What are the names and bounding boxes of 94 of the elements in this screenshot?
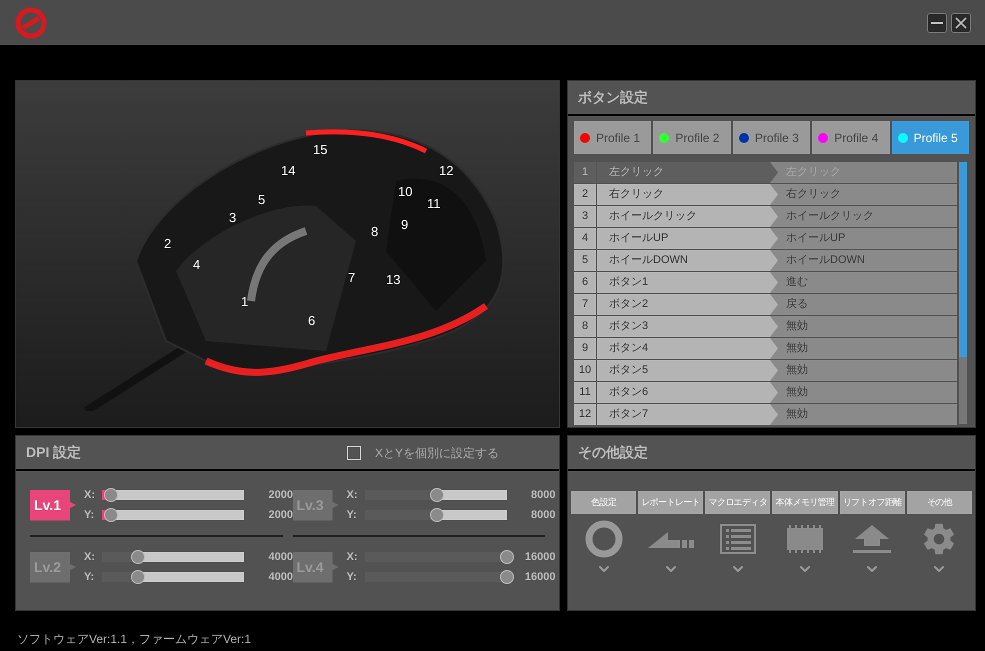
button-name: ボタン4 <box>597 338 778 359</box>
dpi-value: 2000 <box>268 488 293 503</box>
setting-category-button[interactable]: その他 <box>906 491 972 514</box>
profile-tab[interactable]: Profile 4 <box>812 121 890 154</box>
row-number: 3 <box>574 206 597 227</box>
dpi-value: 8000 <box>530 488 556 503</box>
row-number: 2 <box>574 184 597 205</box>
profile-tab[interactable]: Profile 1 <box>574 121 652 154</box>
row-number: 8 <box>574 316 597 337</box>
dpi-value: 2000 <box>268 508 293 523</box>
button-name: ボタン6 <box>597 382 778 403</box>
button-mapping-row[interactable]: 10 ボタン5 無効 <box>574 360 957 382</box>
axis-label: X: <box>84 550 96 565</box>
button-name: 右クリック <box>597 184 778 205</box>
button-number-label: 9 <box>401 216 408 234</box>
panel-title: その他設定 <box>578 443 648 462</box>
button-number-label: 7 <box>348 269 356 287</box>
panel-title: DPI 設定 <box>26 443 82 462</box>
axis-label: Y: <box>84 570 96 585</box>
button-mapping-row[interactable]: 4 ホイールUP ホイールUP <box>574 228 957 250</box>
axis-label: X: <box>346 488 358 503</box>
button-number-label: 12 <box>439 162 454 180</box>
button-mapping-row[interactable]: 11 ボタン6 無効 <box>574 382 957 404</box>
button-number-label: 1 <box>241 293 248 311</box>
button-mapping-row[interactable]: 8 ボタン3 無効 <box>574 316 957 338</box>
button-name: ボタン7 <box>597 404 778 425</box>
button-name: ボタン2 <box>597 294 778 315</box>
button-name: 左クリック <box>597 162 778 183</box>
axis-label: X: <box>346 550 358 565</box>
assigned-function: 無効 <box>785 407 808 422</box>
row-number: 11 <box>574 382 597 403</box>
button-number-label: 10 <box>398 183 412 201</box>
assigned-function: 進む <box>785 275 808 290</box>
dpi-value: 16000 <box>524 570 556 585</box>
axis-label: Y: <box>346 570 358 585</box>
assigned-function: ホイールUP <box>785 231 846 246</box>
setting-category-button[interactable]: リフトオフ距離 <box>840 491 905 514</box>
button-name: ホイールクリック <box>597 206 778 227</box>
row-number: 5 <box>574 250 597 271</box>
assigned-function: ホイールDOWN <box>785 253 865 268</box>
button-mapping-row[interactable]: 12 ボタン7 無効 <box>574 404 957 426</box>
button-name: ボタン1 <box>597 272 778 293</box>
assigned-function: 無効 <box>785 341 808 356</box>
button-mapping-row[interactable]: 6 ボタン1 進む <box>574 272 957 294</box>
button-name: ボタン3 <box>597 316 778 337</box>
checkbox-label: XとYを個別に設定する <box>374 444 499 462</box>
button-number-label: 3 <box>229 209 236 227</box>
dpi-value: 4000 <box>268 550 293 565</box>
axis-label: Y: <box>84 508 96 523</box>
button-number-label: 5 <box>258 191 266 209</box>
profile-tab[interactable]: Profile 5 <box>892 121 970 154</box>
button-number-label: 8 <box>371 223 378 241</box>
button-name: ホイールDOWN <box>597 250 778 271</box>
button-number-label: 6 <box>308 312 316 330</box>
assigned-function: ホイールクリック <box>785 209 874 224</box>
button-number-label: 4 <box>193 256 200 274</box>
button-mapping-row[interactable]: 5 ホイールDOWN ホイールDOWN <box>574 250 957 272</box>
button-number-label: 2 <box>164 235 172 253</box>
row-number: 9 <box>574 338 597 359</box>
dpi-value: 16000 <box>524 550 556 565</box>
button-name: ホイールUP <box>597 228 778 249</box>
dpi-value: 4000 <box>268 570 293 585</box>
row-number: 10 <box>574 360 597 381</box>
button-mapping-row[interactable]: 2 右クリック 右クリック <box>574 184 957 206</box>
button-mapping-row[interactable]: 9 ボタン4 無効 <box>574 338 957 360</box>
button-number-label: 13 <box>386 271 400 289</box>
button-number-label: 15 <box>313 141 328 159</box>
assigned-function: 右クリック <box>785 187 841 202</box>
row-number: 7 <box>574 294 597 315</box>
setting-category-button[interactable]: 色設定 <box>571 491 636 514</box>
setting-category-button[interactable]: 本体メモリ管理 <box>772 491 838 514</box>
assigned-function: 戻る <box>785 296 808 312</box>
panel-title: ボタン設定 <box>578 88 648 107</box>
dpi-level-badge[interactable]: Lv.1 <box>30 490 76 520</box>
setting-category-button[interactable]: レポートレート <box>638 491 704 514</box>
assigned-function: 無効 <box>785 385 808 400</box>
row-number: 4 <box>574 228 597 249</box>
profile-tab[interactable]: Profile 3 <box>732 121 810 154</box>
button-number-label: 14 <box>281 162 296 180</box>
button-number-label: 11 <box>427 195 440 213</box>
button-mapping-row[interactable]: 3 ホイールクリック ホイールクリック <box>574 206 957 228</box>
button-mapping-row[interactable]: 7 ボタン2 戻る <box>574 294 957 316</box>
button-name: ボタン5 <box>597 360 778 381</box>
row-number: 1 <box>574 162 597 183</box>
profile-tab[interactable]: Profile 2 <box>653 121 731 154</box>
version-info: ソフトウェアVer:1.1，ファームウェアVer:1 <box>17 632 252 646</box>
row-number: 12 <box>574 404 597 425</box>
setting-category-button[interactable]: マクロエディタ <box>705 491 770 514</box>
assigned-function: 無効 <box>785 319 808 334</box>
row-number: 6 <box>574 272 597 293</box>
dpi-value: 8000 <box>530 508 556 523</box>
axis-label: X: <box>84 488 96 503</box>
axis-label: Y: <box>346 508 358 523</box>
assigned-function: 無効 <box>785 363 808 378</box>
